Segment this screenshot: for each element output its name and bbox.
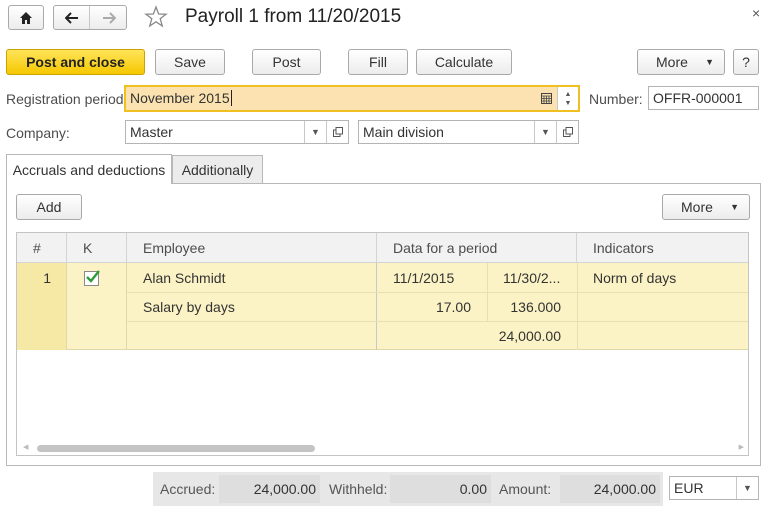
save-button[interactable]: Save bbox=[155, 49, 225, 75]
employee-name: Alan Schmidt bbox=[143, 270, 226, 286]
number-label: Number: bbox=[589, 91, 643, 107]
col-header-data-period[interactable]: Data for a period bbox=[377, 233, 577, 263]
chevron-down-icon: ▼ bbox=[730, 202, 739, 212]
more-label: More bbox=[656, 54, 688, 70]
close-icon[interactable]: × bbox=[752, 5, 760, 21]
company-field[interactable]: Master ▼ bbox=[125, 120, 349, 144]
tab-additionally[interactable]: Additionally bbox=[172, 155, 263, 184]
data-grid[interactable]: # K Employee Data for a period Indicator… bbox=[16, 232, 749, 456]
registration-period-field[interactable]: November 2015 ▲ ▼ bbox=[124, 85, 580, 112]
page-title: Payroll 1 from 11/20/2015 bbox=[185, 6, 402, 27]
division-value: Main division bbox=[363, 124, 444, 140]
chevron-down-icon: ▼ bbox=[705, 57, 714, 67]
row-checkbox[interactable] bbox=[84, 270, 100, 286]
company-label: Company: bbox=[6, 125, 70, 141]
col-header-employee[interactable]: Employee bbox=[127, 233, 377, 263]
spin-up-icon[interactable]: ▲ bbox=[565, 90, 572, 99]
col-header-k[interactable]: K bbox=[67, 233, 127, 263]
arrow-right-icon bbox=[103, 11, 116, 24]
amount-label: Amount: bbox=[499, 481, 552, 497]
date-to: 11/30/2... bbox=[503, 270, 561, 286]
arrow-left-icon bbox=[64, 11, 78, 24]
currency-value: EUR bbox=[674, 480, 704, 496]
home-button[interactable] bbox=[8, 5, 44, 30]
number-field[interactable]: OFFR-000001 bbox=[648, 86, 759, 110]
more-button[interactable]: More ▼ bbox=[637, 49, 725, 75]
forward-button[interactable] bbox=[91, 6, 127, 29]
division-field[interactable]: Main division ▼ bbox=[358, 120, 579, 144]
spin-down-icon[interactable]: ▼ bbox=[565, 99, 572, 108]
value-hours: 136.000 bbox=[510, 299, 561, 315]
division-open-icon[interactable] bbox=[556, 121, 578, 143]
help-button[interactable]: ? bbox=[733, 49, 759, 75]
table-row[interactable]: 1 Alan Schmidt 11/1/2015 11/30/2... Norm… bbox=[17, 263, 748, 350]
amount-value: 24,000.00 bbox=[560, 475, 660, 503]
horizontal-scrollbar[interactable]: ◀ ▶ bbox=[17, 441, 748, 455]
favorite-star-icon[interactable] bbox=[144, 5, 168, 32]
spin-buttons[interactable]: ▲ ▼ bbox=[557, 87, 578, 110]
post-and-close-button[interactable]: Post and close bbox=[6, 49, 145, 75]
post-button[interactable]: Post bbox=[252, 49, 321, 75]
fill-button[interactable]: Fill bbox=[348, 49, 408, 75]
company-dropdown-icon[interactable]: ▼ bbox=[304, 121, 326, 143]
grid-header: # K Employee Data for a period Indicator… bbox=[17, 233, 748, 263]
row-number: 1 bbox=[43, 270, 51, 286]
row-subdivider bbox=[577, 263, 578, 350]
add-button[interactable]: Add bbox=[16, 194, 82, 220]
scroll-right-icon[interactable]: ▶ bbox=[739, 443, 744, 451]
registration-period-label: Registration period: bbox=[6, 91, 128, 107]
tab-label: Accruals and deductions bbox=[12, 161, 166, 178]
company-open-icon[interactable] bbox=[326, 121, 348, 143]
currency-select[interactable]: EUR ▼ bbox=[669, 476, 759, 500]
check-icon bbox=[86, 270, 100, 283]
tab-panel: Add More ▼ # K Employee Data for a perio… bbox=[6, 183, 761, 466]
value-days: 17.00 bbox=[435, 299, 471, 315]
withheld-value: 0.00 bbox=[390, 475, 491, 503]
home-icon bbox=[20, 11, 32, 24]
indicator-value: Norm of days bbox=[593, 270, 677, 286]
accrual-amount: 24,000.00 bbox=[498, 328, 561, 344]
accrued-value: 24,000.00 bbox=[219, 475, 320, 503]
more-label: More bbox=[681, 199, 713, 215]
scroll-left-icon[interactable]: ◀ bbox=[23, 443, 28, 451]
tab-label: Additionally bbox=[181, 162, 254, 178]
accrued-label: Accrued: bbox=[160, 481, 216, 497]
company-value: Master bbox=[130, 124, 173, 140]
division-dropdown-icon[interactable]: ▼ bbox=[534, 121, 556, 143]
scrollbar-thumb[interactable] bbox=[37, 445, 315, 452]
table-more-button[interactable]: More ▼ bbox=[662, 194, 750, 220]
accrual-type: Salary by days bbox=[143, 299, 235, 315]
col-header-indicators[interactable]: Indicators bbox=[577, 233, 748, 263]
col-header-number[interactable]: # bbox=[17, 233, 67, 263]
withheld-label: Withheld: bbox=[329, 481, 388, 497]
registration-period-value: November 2015 bbox=[130, 90, 230, 106]
nav-arrows bbox=[53, 5, 127, 30]
currency-dropdown-icon[interactable]: ▼ bbox=[736, 477, 758, 499]
back-button[interactable] bbox=[54, 6, 90, 29]
calculate-button[interactable]: Calculate bbox=[416, 49, 512, 75]
tab-accruals-and-deductions[interactable]: Accruals and deductions bbox=[6, 154, 172, 184]
calendar-icon[interactable] bbox=[536, 87, 556, 110]
date-from: 11/1/2015 bbox=[393, 270, 455, 286]
